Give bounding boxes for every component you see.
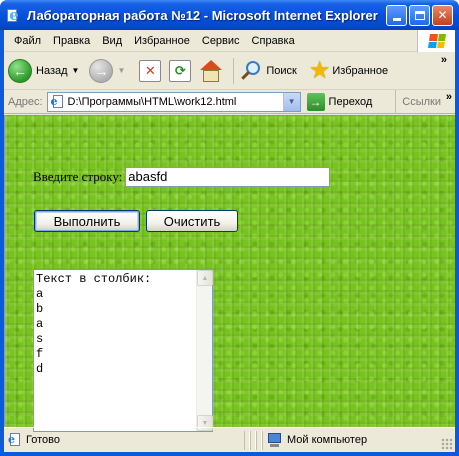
- scroll-up-icon[interactable]: ▲: [197, 270, 213, 286]
- forward-arrow-icon: →: [89, 58, 114, 83]
- menu-view[interactable]: Вид: [96, 35, 128, 47]
- forward-button[interactable]: → ▼: [89, 58, 131, 83]
- output-textarea[interactable]: Текст в столбик: a b a s f d ▲ ▼: [33, 269, 213, 432]
- status-zone: Мой компьютер: [262, 430, 455, 450]
- prompt-row: Введите строку: abasfd: [33, 167, 331, 187]
- refresh-button[interactable]: ⟳: [169, 59, 192, 82]
- maximize-icon: [414, 10, 425, 20]
- back-label: Назад: [36, 64, 68, 77]
- back-dropdown-icon[interactable]: ▼: [72, 66, 80, 75]
- address-bar: Адрес: e D:\Программы\HTML\work12.html ▼…: [4, 90, 455, 114]
- status-cells: [244, 430, 262, 450]
- close-button[interactable]: ✕: [432, 4, 453, 26]
- status-text: Готово: [26, 434, 60, 446]
- favorites-button[interactable]: ★ Избранное: [308, 56, 389, 84]
- address-dropdown-icon[interactable]: ▼: [282, 92, 300, 111]
- back-button[interactable]: ← Назад ▼: [8, 58, 85, 83]
- title-bar[interactable]: e Лабораторная работа №12 - Microsoft In…: [0, 0, 459, 30]
- page-icon: e: [51, 94, 65, 109]
- close-icon: ✕: [437, 8, 448, 22]
- menu-help[interactable]: Справка: [246, 35, 301, 47]
- favorites-label: Избранное: [332, 64, 389, 77]
- forward-dropdown-icon[interactable]: ▼: [117, 66, 125, 75]
- status-left: e Готово: [4, 433, 244, 447]
- search-icon: [240, 60, 262, 82]
- address-label: Адрес:: [8, 95, 43, 108]
- toolbar: ← Назад ▼ → ▼ ✕ ⟳ Поиск ★ Избранное »: [4, 52, 455, 90]
- address-input[interactable]: e D:\Программы\HTML\work12.html ▼: [46, 91, 301, 112]
- browser-window: e Лабораторная работа №12 - Microsoft In…: [0, 0, 459, 456]
- vertical-scrollbar[interactable]: ▲ ▼: [196, 270, 213, 431]
- toolbar-separator: [233, 57, 235, 84]
- page-content: Введите строку: abasfd Выполнить Очистит…: [4, 115, 455, 432]
- windows-logo: [417, 30, 455, 52]
- menu-favorites[interactable]: Избранное: [128, 35, 196, 47]
- search-label: Поиск: [266, 64, 297, 77]
- clear-button[interactable]: Очистить: [146, 210, 238, 232]
- toolbar-chevron-icon[interactable]: »: [441, 54, 447, 66]
- ie-icon: e: [6, 7, 22, 23]
- browser-client: Файл Правка Вид Избранное Сервис Справка…: [4, 30, 455, 452]
- zone-label: Мой компьютер: [287, 434, 368, 446]
- back-arrow-icon: ←: [8, 58, 32, 83]
- resize-grip[interactable]: [441, 438, 453, 450]
- windows-flag-icon: [427, 34, 446, 48]
- status-page-icon: e: [8, 433, 22, 447]
- address-url: D:\Программы\HTML\work12.html: [67, 95, 237, 108]
- window-title: Лабораторная работа №12 - Microsoft Inte…: [27, 7, 378, 23]
- menu-edit[interactable]: Правка: [47, 35, 96, 47]
- refresh-icon: ⟳: [174, 62, 186, 78]
- execute-button[interactable]: Выполнить: [34, 210, 140, 232]
- computer-icon: [267, 433, 283, 447]
- links-label: Ссылки: [402, 96, 441, 108]
- output-text: Текст в столбик: a b a s f d: [36, 272, 152, 376]
- string-input[interactable]: abasfd: [125, 167, 331, 187]
- home-button[interactable]: [199, 59, 223, 83]
- prompt-label: Введите строку:: [33, 169, 123, 184]
- status-bar: e Готово Мой компьютер: [4, 427, 455, 452]
- search-button[interactable]: Поиск: [240, 60, 297, 82]
- minimize-button[interactable]: [386, 4, 407, 26]
- go-arrow-icon: →: [306, 92, 325, 111]
- links-button[interactable]: Ссылки: [395, 90, 441, 114]
- go-label: Переход: [328, 95, 373, 108]
- maximize-button[interactable]: [409, 4, 430, 26]
- minimize-icon: [392, 17, 401, 21]
- stop-button[interactable]: ✕: [139, 59, 162, 82]
- stop-icon: ✕: [144, 62, 156, 78]
- menu-file[interactable]: Файл: [8, 35, 47, 47]
- home-icon: [200, 59, 223, 70]
- links-chevron-icon[interactable]: »: [446, 91, 452, 103]
- menu-tools[interactable]: Сервис: [196, 35, 246, 47]
- star-icon: ★: [308, 56, 331, 84]
- go-button[interactable]: → Переход: [306, 92, 373, 111]
- menu-bar: Файл Правка Вид Избранное Сервис Справка: [4, 30, 455, 52]
